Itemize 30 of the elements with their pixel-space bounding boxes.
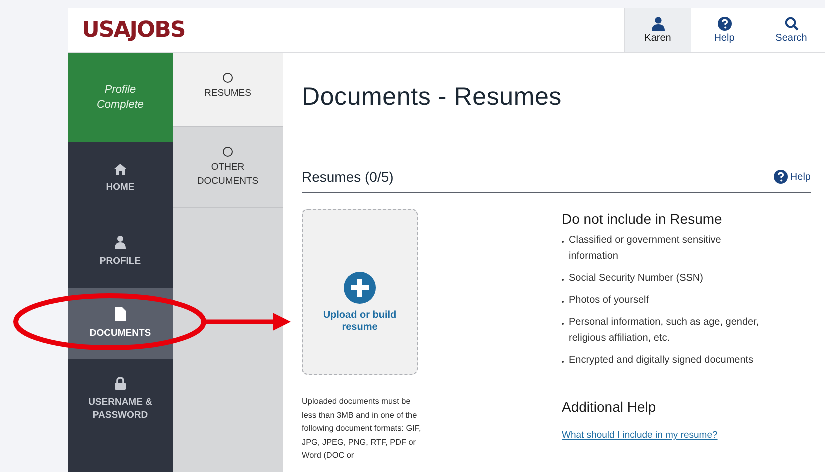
help-heading: Additional Help xyxy=(562,399,658,415)
list-item: Personal information, such as age, gender, religious affiliation, etc. xyxy=(569,316,760,346)
circle-icon xyxy=(223,73,233,83)
profile-status: Profile Complete xyxy=(68,53,173,142)
circle-icon xyxy=(223,147,233,157)
search-icon xyxy=(784,16,798,30)
help-icon xyxy=(774,170,788,184)
lock-icon xyxy=(115,377,126,390)
help-link[interactable]: What should I include in my resume? xyxy=(562,430,718,441)
help-icon xyxy=(718,16,732,30)
list-item: Classified or government sensitive information xyxy=(569,234,722,264)
list-heading: Do not include in Resume xyxy=(562,211,724,227)
nav-button[interactable]: Karen xyxy=(624,8,691,52)
home-icon xyxy=(114,164,127,174)
nav-button[interactable]: Help xyxy=(691,8,758,52)
page-title: Documents - Resumes xyxy=(302,83,563,112)
section-title: Resumes (0/5) xyxy=(302,169,394,185)
person-icon xyxy=(115,236,126,248)
list-item: Social Security Number (SSN) xyxy=(569,272,704,286)
person-icon xyxy=(652,16,664,30)
nav-button[interactable]: Search xyxy=(758,8,825,52)
document-icon xyxy=(115,307,126,321)
plus-icon xyxy=(344,272,376,304)
logo[interactable]: USAJOBS xyxy=(82,18,186,42)
list-item: Encrypted and digitally signed documents xyxy=(569,354,754,368)
list-item: Photos of yourself xyxy=(569,294,650,308)
upload-note: Uploaded documents must be less than 3MB and in one of the following document formats: GIF, JPG, JPEG, PNG, RTF, PDF or Word (DOC or xyxy=(302,396,422,462)
subnav-item[interactable]: RESUMES xyxy=(173,53,283,127)
help-link[interactable]: Help xyxy=(774,170,811,184)
upload-button[interactable]: Upload or build resume xyxy=(302,209,418,375)
